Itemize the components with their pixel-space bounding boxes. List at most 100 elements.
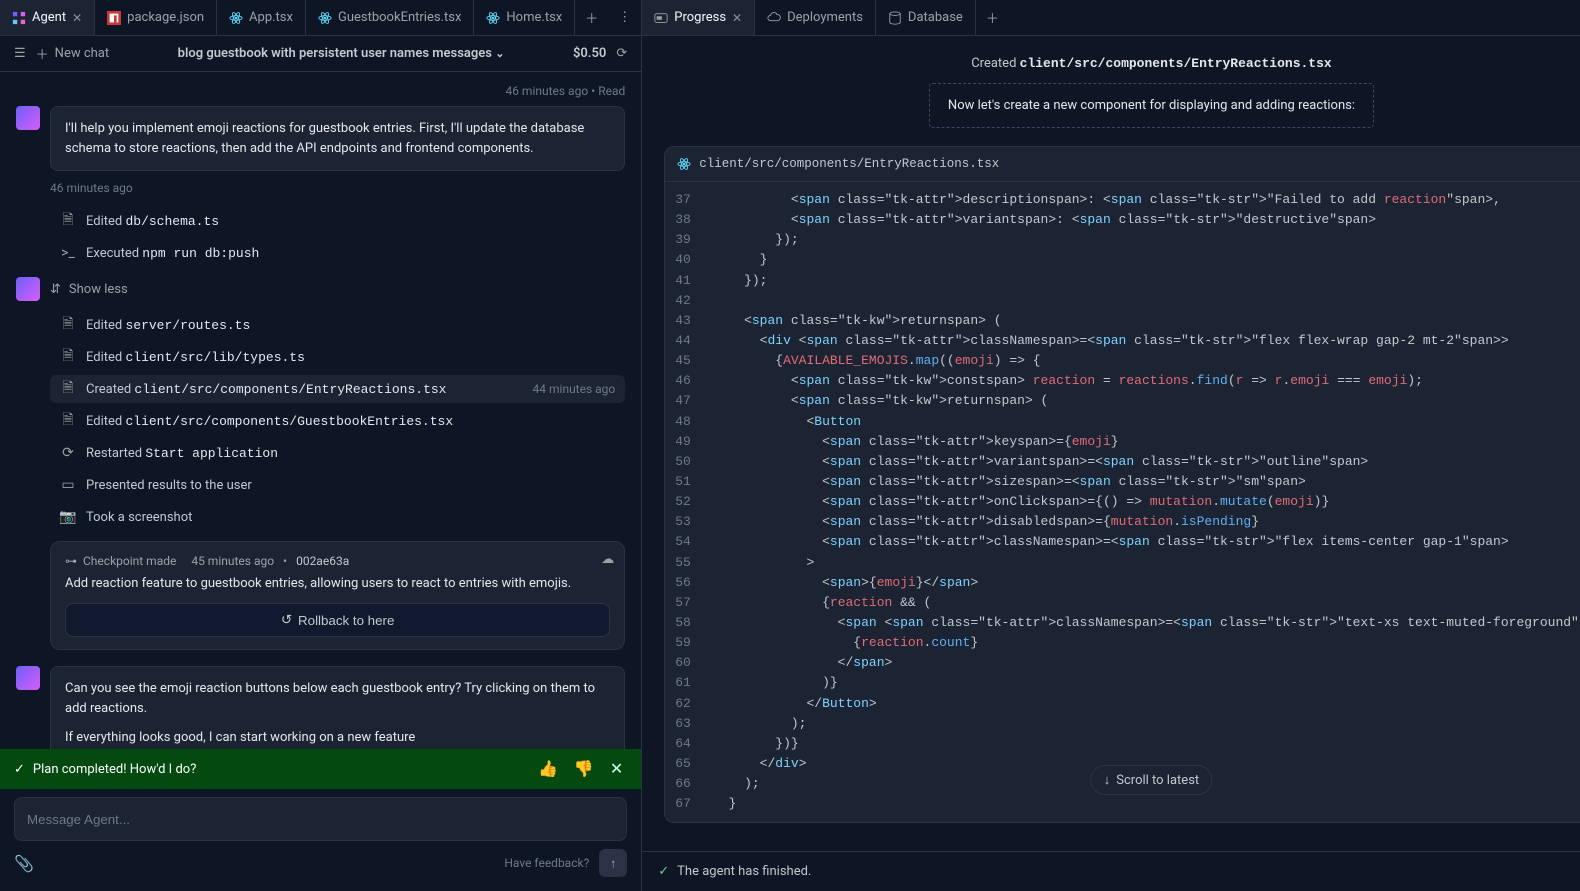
code-file-path: client/src/components/EntryReactions.tsx: [699, 157, 999, 171]
feedback-link[interactable]: Have feedback?: [504, 856, 589, 870]
tab-agent[interactable]: Agent ✕: [0, 0, 95, 35]
action-row[interactable]: 📷 Took a screenshot: [50, 503, 625, 531]
refresh-icon[interactable]: ⟳: [616, 46, 627, 61]
action-text: Created client/src/components/EntryReact…: [86, 382, 446, 397]
message-input[interactable]: [14, 797, 627, 841]
progress-footer: ✓ The agent has finished. ⤢ 📌: [642, 851, 1580, 891]
message-bubble: Can you see the emoji reaction buttons b…: [50, 666, 625, 749]
assistant-avatar: [16, 666, 40, 690]
cloud-icon[interactable]: ☁: [601, 552, 614, 567]
file-icon: 🗎: [60, 413, 76, 429]
action-note: 44 minutes ago: [533, 382, 616, 396]
chat-subheader: ☰ ＋ New chat blog guestbook with persist…: [0, 36, 641, 72]
tab-label: Deployments: [787, 10, 863, 25]
action-row[interactable]: 🗎 Edited client/src/lib/types.ts: [50, 343, 625, 371]
check-icon: ✓: [658, 864, 669, 879]
action-row[interactable]: 🗎Edited server/routes.ts: [50, 311, 625, 339]
message-timestamp: 46 minutes ago: [50, 181, 625, 195]
action-text: Edited client/src/components/GuestbookEn…: [86, 414, 453, 429]
add-tab-button[interactable]: ＋: [976, 0, 1009, 35]
progress-content[interactable]: Created client/src/components/EntryReact…: [642, 36, 1580, 851]
assistant-avatar: [16, 106, 40, 130]
action-text: Executed npm run db:push: [86, 246, 259, 261]
action-row[interactable]: 🗎 Edited client/src/components/GuestbookE…: [50, 407, 625, 435]
tab-overflow-menu[interactable]: ⋮: [608, 0, 641, 35]
action-row[interactable]: ▭Presented results to the user: [50, 471, 625, 499]
show-less-toggle[interactable]: ⇵ Show less: [50, 282, 128, 297]
camera-icon: 📷: [60, 509, 76, 525]
action-row[interactable]: ⟳Restarted Start application: [50, 439, 625, 467]
tab-label: Database: [908, 10, 963, 25]
checkpoint-description: Add reaction feature to guestbook entrie…: [65, 576, 610, 591]
file-icon: 🗎: [60, 317, 76, 333]
action-text: Presented results to the user: [86, 478, 252, 493]
action-list: 🗎Edited server/routes.ts🗎Edited client/s…: [50, 311, 625, 531]
tab-progress[interactable]: Progress ✕: [642, 0, 755, 35]
chat-timestamp: 46 minutes ago • Read: [16, 84, 625, 98]
new-chat-label: New chat: [55, 46, 109, 61]
footer-status: The agent has finished.: [677, 864, 811, 879]
chevron-down-icon: ⌄: [495, 47, 504, 60]
tab-label: GuestbookEntries.tsx: [338, 10, 461, 25]
tab-app-tsx[interactable]: App.tsx: [217, 0, 306, 35]
action-row[interactable]: >_ Executed npm run db:push: [50, 239, 625, 267]
tab-package-json[interactable]: package.json: [95, 0, 217, 35]
code-content[interactable]: <span class="tk-attr">descriptionspan>: …: [701, 182, 1580, 822]
chat-scroll[interactable]: 46 minutes ago • Read I'll help you impl…: [0, 72, 641, 749]
assistant-message: I'll help you implement emoji reactions …: [16, 106, 625, 171]
grid-icon: [12, 11, 26, 25]
action-text: Took a screenshot: [86, 510, 192, 525]
progress-icon: [654, 11, 668, 25]
close-icon[interactable]: ✕: [72, 11, 82, 25]
tab-label: Agent: [32, 10, 66, 25]
file-icon: 🗎: [60, 349, 76, 365]
left-tabs: Agent ✕ package.json App.tsx GuestbookEn…: [0, 0, 641, 36]
new-chat-button[interactable]: ＋ New chat: [36, 44, 109, 63]
close-icon[interactable]: ✕: [732, 11, 742, 25]
tab-home-tsx[interactable]: Home.tsx: [474, 0, 575, 35]
thumbs-up-button[interactable]: 👍: [534, 757, 562, 781]
react-icon: [318, 11, 332, 25]
assistant-avatar: [16, 277, 40, 301]
action-row[interactable]: 🗎 Created client/src/components/EntryReac…: [50, 375, 625, 403]
action-row[interactable]: 🗎 Edited db/schema.ts: [50, 207, 625, 235]
check-icon: ✓: [14, 762, 25, 777]
dismiss-button[interactable]: ✕: [606, 757, 627, 781]
assistant-show-less: ⇵ Show less: [16, 277, 625, 301]
composer: 📎 Have feedback? ↑: [0, 789, 641, 891]
database-icon: [888, 11, 902, 25]
tab-label: package.json: [127, 10, 204, 25]
rollback-button[interactable]: ↺ Rollback to here: [65, 603, 610, 637]
term-icon: >_: [60, 245, 76, 261]
action-text: Restarted Start application: [86, 446, 278, 461]
file-icon: 🗎: [60, 213, 76, 229]
right-tabs: Progress ✕ Deployments Database ＋ ⋮: [642, 0, 1580, 36]
message-bubble: I'll help you implement emoji reactions …: [50, 106, 625, 171]
npm-icon: [107, 11, 121, 25]
add-tab-button[interactable]: ＋: [575, 0, 608, 35]
collapse-icon: ⇵: [50, 282, 61, 297]
undo-icon: ↺: [281, 612, 292, 628]
code-card: client/src/components/EntryReactions.tsx…: [664, 146, 1580, 823]
checkpoint-card: ☁ ⊶ Checkpoint made 45 minutes ago • 002…: [50, 541, 625, 650]
created-heading: Created client/src/components/EntryReact…: [664, 56, 1580, 71]
send-button[interactable]: ↑: [599, 849, 627, 877]
arrow-down-icon: ↓: [1104, 772, 1111, 788]
tab-database[interactable]: Database: [876, 0, 976, 35]
file-icon: 🗎: [60, 381, 76, 397]
react-icon: [229, 11, 243, 25]
action-text: Edited client/src/lib/types.ts: [86, 350, 305, 365]
react-icon: [677, 157, 691, 171]
scroll-to-latest-button[interactable]: ↓ Scroll to latest: [1091, 765, 1212, 795]
thumbs-down-button[interactable]: 👎: [570, 757, 598, 781]
chat-title[interactable]: blog guestbook with persistent user name…: [178, 46, 505, 61]
tab-label: Progress: [674, 10, 726, 25]
assistant-message: Can you see the emoji reaction buttons b…: [16, 666, 625, 749]
list-icon[interactable]: ☰: [14, 46, 26, 61]
cost-readout: $0.50: [573, 46, 606, 61]
tab-guestbook-entries[interactable]: GuestbookEntries.tsx: [306, 0, 474, 35]
attach-button[interactable]: 📎: [14, 854, 34, 873]
tab-deployments[interactable]: Deployments: [755, 0, 876, 35]
action-text: Edited db/schema.ts: [86, 214, 219, 229]
created-path: client/src/components/EntryReactions.tsx: [1020, 56, 1332, 71]
